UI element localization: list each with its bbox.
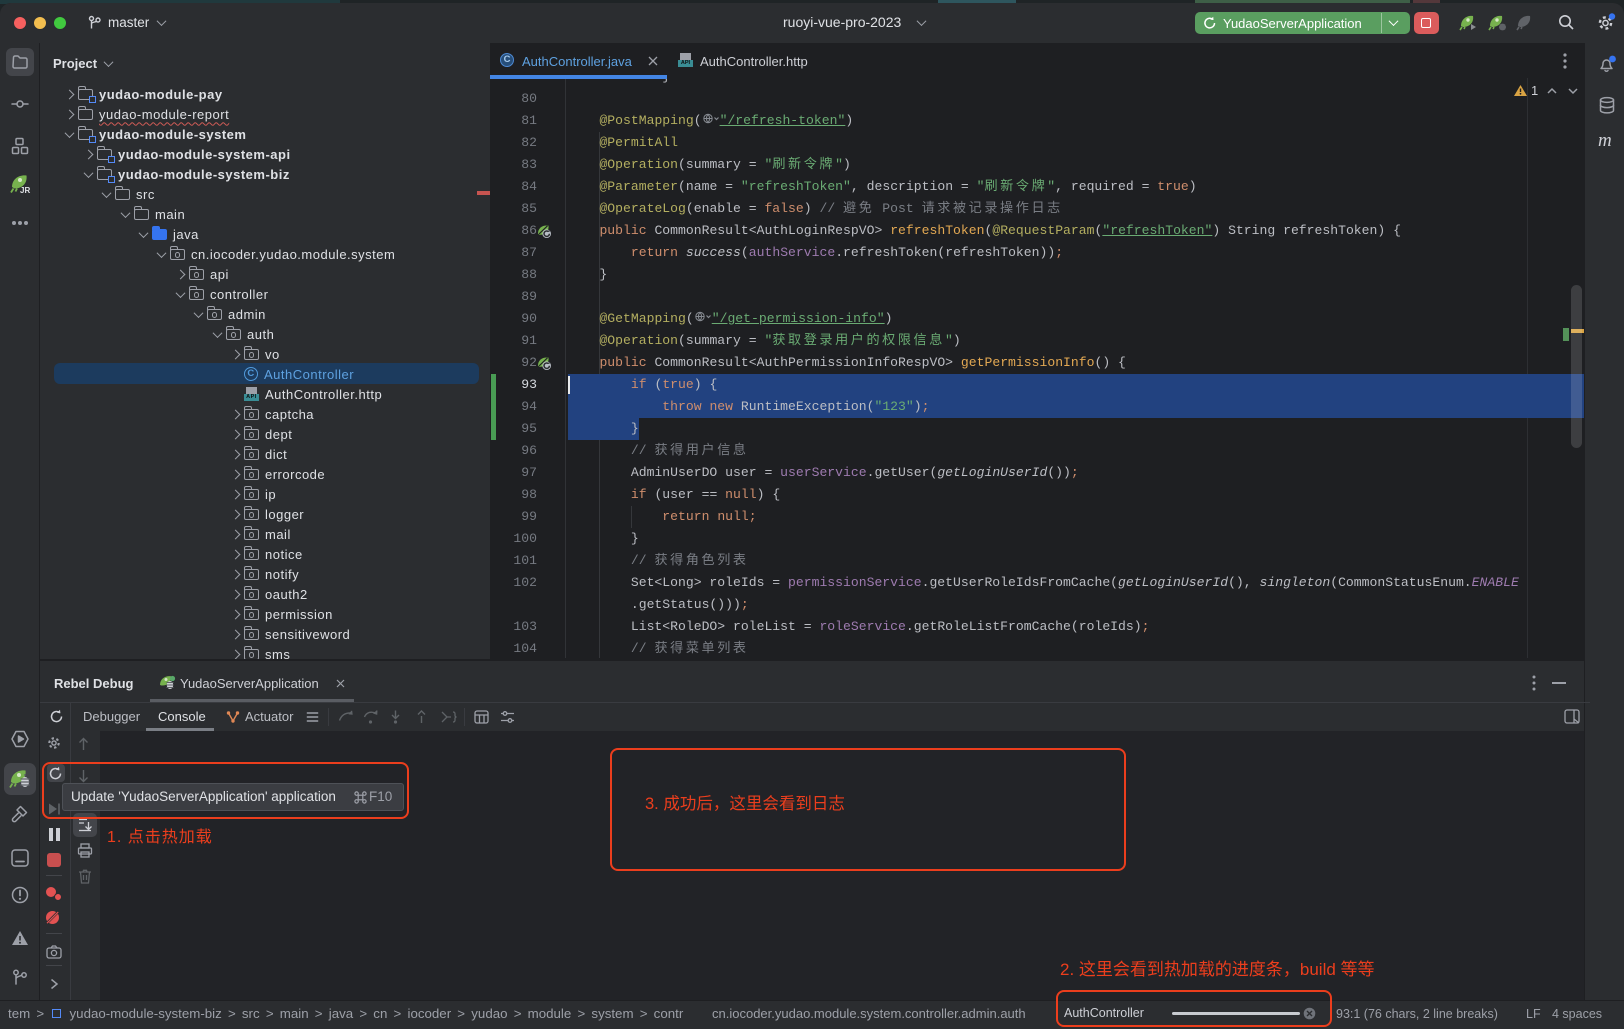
svg-text:JR: JR — [20, 186, 30, 195]
